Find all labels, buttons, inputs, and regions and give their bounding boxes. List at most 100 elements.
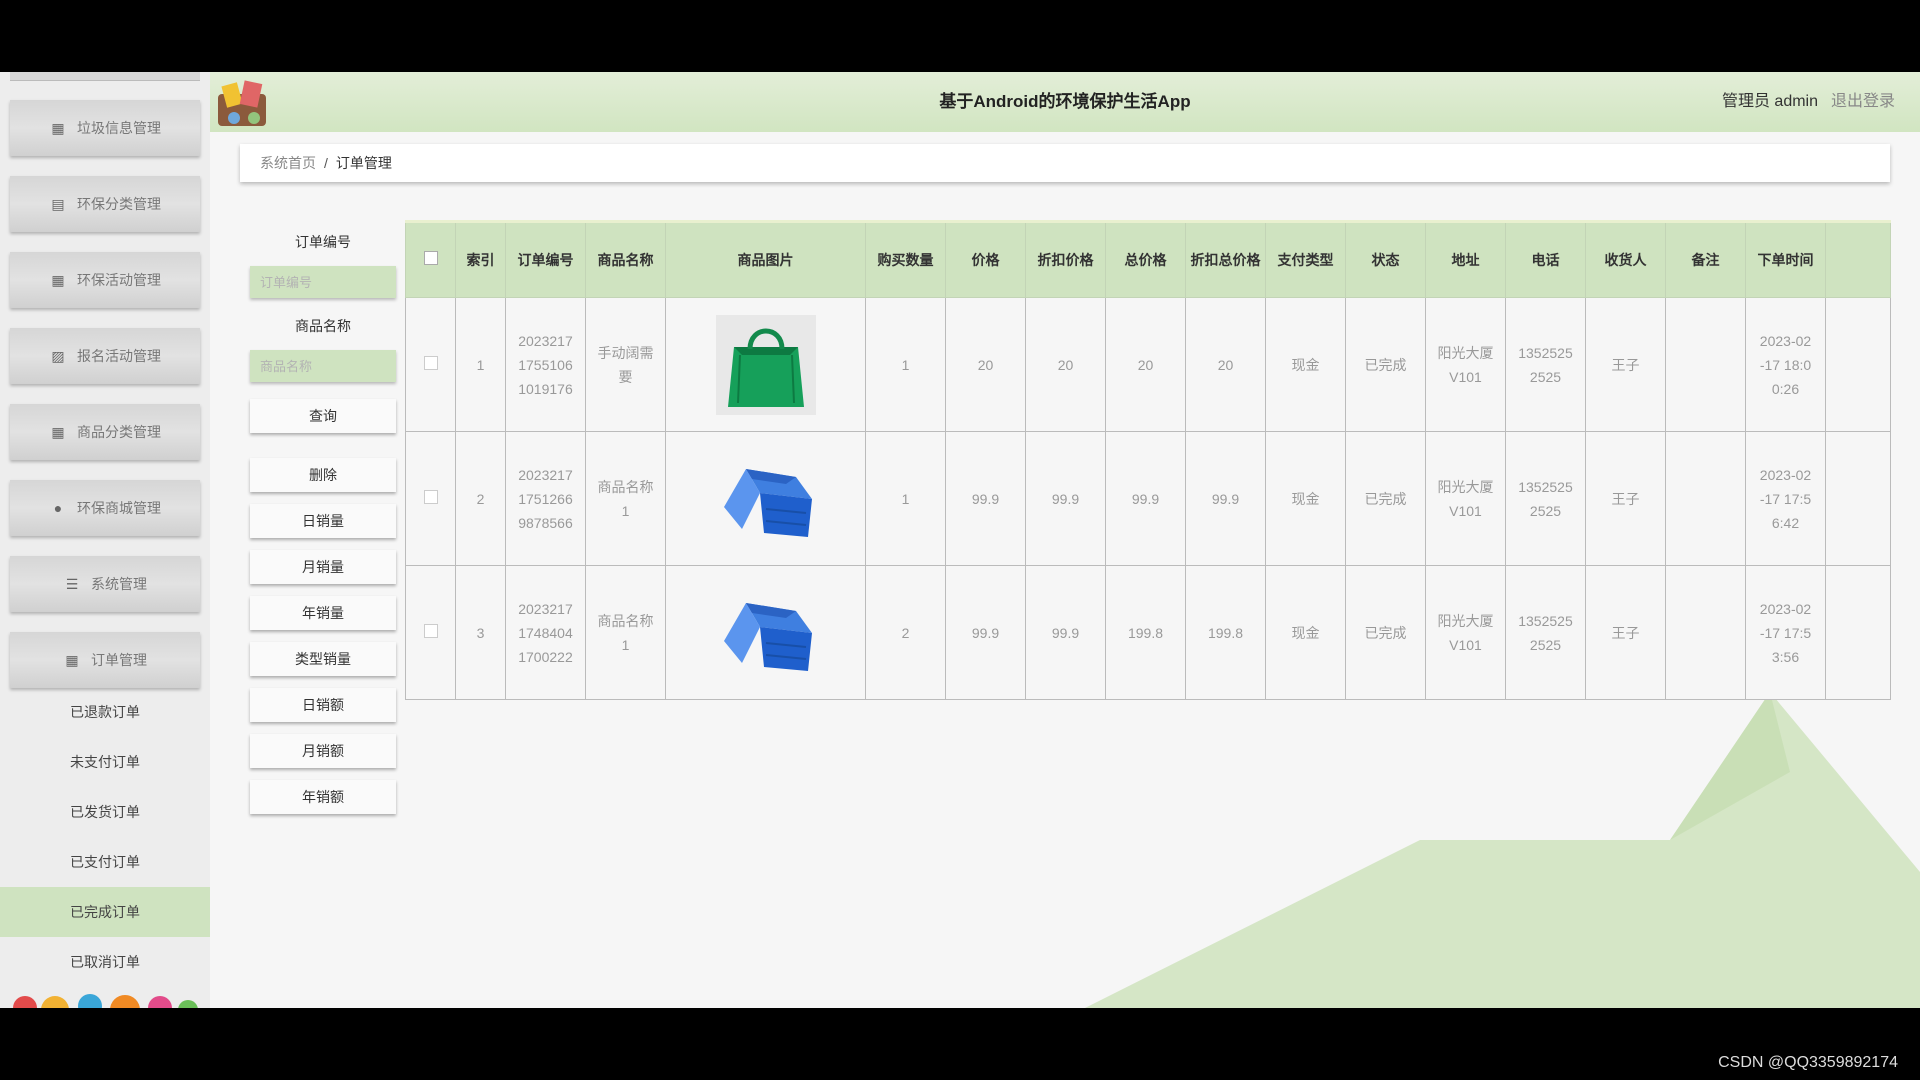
table-row[interactable]: 2 2023217 1751266 9878566 商品名称 1 1 99.9 99.9 99.9…: [405, 431, 1891, 566]
top-header: 基于Android的环境保护生活App 管理员 admin 退出登录: [210, 72, 1920, 132]
monthly-sales-qty-button[interactable]: 月销量: [250, 550, 396, 584]
column-header: 折扣总价格: [1185, 221, 1266, 298]
cell-discount-price: 20: [1025, 297, 1106, 432]
cell-product-image: [665, 431, 866, 566]
sidebar-item-product-category[interactable]: ▦ 商品分类管理: [10, 404, 200, 460]
column-header: 收货人: [1585, 221, 1666, 298]
row-checkbox-cell[interactable]: [405, 431, 456, 566]
sidebar-bottom-decoration: [13, 994, 198, 1008]
cell-total: 20: [1105, 297, 1186, 432]
cell-price: 99.9: [945, 565, 1026, 700]
admin-label: 管理员 admin: [1721, 93, 1818, 110]
order-no-input[interactable]: [250, 266, 396, 298]
cell-total: 99.9: [1105, 431, 1186, 566]
sidebar-sub-shipped-orders[interactable]: 已发货订单: [0, 787, 210, 837]
cell-note: [1665, 431, 1746, 566]
sidebar-item-eco-category[interactable]: ▤ 环保分类管理: [10, 176, 200, 232]
product-name-input[interactable]: [250, 350, 396, 382]
cell-qty: 2: [865, 565, 946, 700]
cell-index: 1: [455, 297, 506, 432]
sidebar-sub-unpaid-orders[interactable]: 未支付订单: [0, 737, 210, 787]
delete-button[interactable]: 删除: [250, 458, 396, 492]
yearly-sales-qty-button[interactable]: 年销量: [250, 596, 396, 630]
cell-receiver: 王子: [1585, 565, 1666, 700]
column-header: 订单编号: [505, 221, 586, 298]
select-all-checkbox-cell[interactable]: [405, 221, 456, 298]
orders-table-container: 索引 订单编号 商品名称 商品图片 购买数量 价格 折扣价格 总价格 折扣总价格…: [405, 220, 1891, 700]
sidebar-item-signup-activity[interactable]: ▨ 报名活动管理: [10, 328, 200, 384]
yearly-sales-amt-button[interactable]: 年销额: [250, 780, 396, 814]
select-all-checkbox[interactable]: [423, 251, 438, 265]
logout-link[interactable]: 退出登录: [1831, 72, 1895, 132]
chart-icon: ▨: [51, 347, 65, 364]
orders-table: 索引 订单编号 商品名称 商品图片 购买数量 价格 折扣价格 总价格 折扣总价格…: [405, 220, 1891, 700]
cell-order-time: 2023-02 -17 17:5 3:56: [1745, 565, 1826, 700]
sidebar-item-eco-mall[interactable]: ● 环保商城管理: [10, 480, 200, 536]
column-header: 地址: [1425, 221, 1506, 298]
cell-order-time: 2023-02 -17 17:5 6:42: [1745, 431, 1826, 566]
user-icon: ●: [53, 500, 63, 516]
cell-status: 已完成: [1345, 297, 1426, 432]
blue-crate-image: [723, 468, 812, 537]
column-header: 商品名称: [585, 221, 666, 298]
cell-actions: [1825, 565, 1891, 700]
app-title: 基于Android的环境保护生活App: [939, 92, 1191, 111]
breadcrumb-separator: /: [324, 155, 328, 171]
cell-actions: [1825, 297, 1891, 432]
grid-icon: ▦: [51, 271, 65, 288]
row-checkbox[interactable]: [423, 623, 438, 638]
daily-sales-amt-button[interactable]: 日销额: [250, 688, 396, 722]
column-header: 状态: [1345, 221, 1426, 298]
breadcrumb-current: 订单管理: [335, 155, 392, 171]
sidebar-item-eco-activity[interactable]: ▦ 环保活动管理: [10, 252, 200, 308]
table-row[interactable]: 1 2023217 1755106 1019176 手动阔需要 1 20 20 20 20 现金 已完…: [405, 297, 1891, 432]
cell-pay-type: 现金: [1265, 431, 1346, 566]
sidebar-sub-cancelled-orders[interactable]: 已取消订单: [0, 937, 210, 987]
column-header: 总价格: [1105, 221, 1186, 298]
cell-phone: 1352525 2525: [1505, 431, 1586, 566]
cell-phone: 1352525 2525: [1505, 297, 1586, 432]
cell-order-no: 2023217 1748404 1700222: [505, 565, 586, 700]
sidebar-item-garbage-info[interactable]: ▦ 垃圾信息管理: [10, 100, 200, 156]
table-header-row: 索引 订单编号 商品名称 商品图片 购买数量 价格 折扣价格 总价格 折扣总价格…: [405, 221, 1891, 298]
row-checkbox[interactable]: [423, 489, 438, 504]
column-header: 购买数量: [865, 221, 946, 298]
row-checkbox-cell[interactable]: [405, 297, 456, 432]
table-row[interactable]: 3 2023217 1748404 1700222 商品名称 1 2 99.9 99.9 199.…: [405, 565, 1891, 700]
clipboard-icon: ▤: [51, 195, 65, 212]
column-header: 价格: [945, 221, 1026, 298]
cell-note: [1665, 297, 1746, 432]
sidebar-sub-completed-orders[interactable]: 已完成订单: [0, 887, 210, 937]
menu-icon: ☰: [65, 575, 79, 592]
column-header: 下单时间: [1745, 221, 1826, 298]
column-header: 索引: [455, 221, 506, 298]
row-checkbox[interactable]: [423, 355, 438, 370]
sidebar-sub-refunded-orders[interactable]: 已退款订单: [0, 687, 210, 737]
breadcrumb: 系统首页 / 订单管理: [240, 144, 1890, 182]
green-bag-image: [715, 314, 816, 415]
sidebar-sub-paid-orders[interactable]: 已支付订单: [0, 837, 210, 887]
column-header: 商品图片: [665, 221, 866, 298]
column-header: 电话: [1505, 221, 1586, 298]
monthly-sales-amt-button[interactable]: 月销额: [250, 734, 396, 768]
cell-receiver: 王子: [1585, 297, 1666, 432]
daily-sales-qty-button[interactable]: 日销量: [250, 504, 396, 538]
column-header: 备注: [1665, 221, 1746, 298]
table-body: 1 2023217 1755106 1019176 手动阔需要 1 20 20 20 20 现金 已完…: [405, 297, 1891, 700]
cell-order-no: 2023217 1751266 9878566: [505, 431, 586, 566]
breadcrumb-home[interactable]: 系统首页: [260, 153, 316, 173]
cell-discount-price: 99.9: [1025, 431, 1106, 566]
row-checkbox-cell[interactable]: [405, 565, 456, 700]
column-header: 折扣价格: [1025, 221, 1106, 298]
sidebar-item-system[interactable]: ☰ 系统管理: [10, 556, 200, 612]
cell-qty: 1: [865, 297, 946, 432]
product-name-label: 商品名称: [295, 318, 351, 334]
sidebar-item-orders[interactable]: ▦ 订单管理: [10, 632, 200, 688]
query-button[interactable]: 查询: [250, 399, 396, 433]
type-sales-qty-button[interactable]: 类型销量: [250, 642, 396, 676]
watermark: CSDN @QQ3359892174: [1718, 1054, 1898, 1071]
cell-index: 3: [455, 565, 506, 700]
cell-discount-total: 199.8: [1185, 565, 1266, 700]
cell-status: 已完成: [1345, 431, 1426, 566]
sidebar-top-edge: [10, 72, 200, 81]
